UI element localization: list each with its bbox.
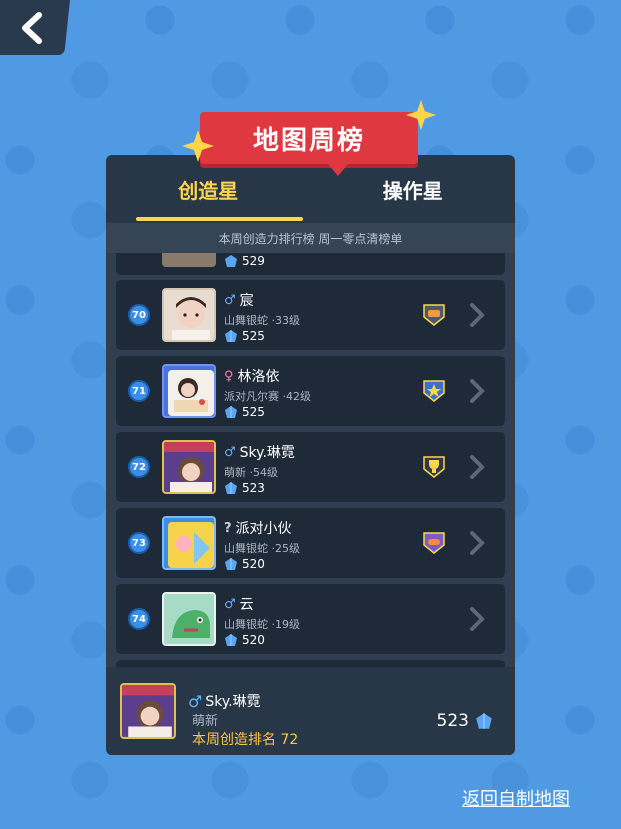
score-value: 525 <box>242 329 265 343</box>
gem-icon <box>225 482 237 494</box>
player-name-line: ♀ 林洛依 <box>224 366 280 386</box>
player-name: 派对小伙 <box>235 521 292 537</box>
player-name: 宸 <box>239 293 254 309</box>
page-title: 地图周榜 <box>252 125 365 156</box>
avatar <box>162 592 216 646</box>
rank-badge: 70 <box>128 304 150 326</box>
gender-unknown-icon: ? <box>224 520 232 536</box>
player-name-line: ♂ Sky.琳霓 <box>224 442 295 462</box>
list-item[interactable]: 73 ? 派对小伙 山舞银蛇 ·25级 520 <box>116 508 505 578</box>
avatar <box>162 516 216 570</box>
sparkle-icon <box>182 130 214 162</box>
leaderboard-subtitle: 本周创造力排行榜 周一零点清榜单 <box>106 223 515 253</box>
chevron-right-icon[interactable] <box>468 302 486 328</box>
gender-male-icon: ♂ <box>188 691 203 711</box>
chevron-right-icon[interactable] <box>468 530 486 556</box>
score-line: 529 <box>224 254 265 268</box>
chevron-right-icon[interactable] <box>468 378 486 404</box>
player-meta: 山舞银蛇 ·25级 <box>224 542 300 555</box>
list-item[interactable]: 529 <box>116 253 505 275</box>
gender-male-icon: ♂ <box>224 596 236 612</box>
tab-bar: 创造星 操作星 <box>106 155 515 223</box>
chevron-right-icon[interactable] <box>468 606 486 632</box>
list-item[interactable]: 72 ♂ Sky.琳霓 萌新 ·54级 523 <box>116 432 505 502</box>
leaderboard-panel: 创造星 操作星 本周创造力排行榜 周一零点清榜单 529 70 ♂ 宸 山舞银蛇… <box>106 155 515 755</box>
gem-icon <box>225 330 237 342</box>
player-meta: 山舞银蛇 ·33级 <box>224 314 300 327</box>
my-name: Sky.琳霓 <box>205 694 261 710</box>
back-button[interactable] <box>0 0 70 55</box>
rank-badge: 74 <box>128 608 150 630</box>
score-line: 525 <box>224 329 265 343</box>
list-item[interactable] <box>116 660 505 667</box>
orange-shield-badge-icon <box>423 304 445 326</box>
back-arrow-icon <box>22 11 43 44</box>
star-shield-badge-icon <box>423 380 445 402</box>
score-line: 520 <box>224 633 265 647</box>
list-item[interactable]: 74 ♂ 云 山舞银蛇 ·19级 520 <box>116 584 505 654</box>
score-value: 520 <box>242 633 265 647</box>
player-meta: 派对凡尔赛 ·42级 <box>224 390 311 403</box>
gender-male-icon: ♂ <box>224 444 236 460</box>
gender-male-icon: ♂ <box>224 292 236 308</box>
score-line: 525 <box>224 405 265 419</box>
player-name: 云 <box>239 597 254 613</box>
gem-icon <box>225 255 237 267</box>
rank-badge: 72 <box>128 456 150 478</box>
return-to-custom-maps-link[interactable]: 返回自制地图 <box>462 785 570 811</box>
trophy-shield-badge-icon <box>423 456 445 478</box>
score-line: 523 <box>224 481 265 495</box>
avatar <box>162 440 216 494</box>
rank-badge: 71 <box>128 380 150 402</box>
player-name: 林洛依 <box>237 369 280 385</box>
avatar <box>162 364 216 418</box>
leaderboard-list[interactable]: 529 70 ♂ 宸 山舞银蛇 ·33级 525 71 ♀ 林洛依 派对凡尔赛 … <box>106 253 515 667</box>
list-item[interactable]: 70 ♂ 宸 山舞银蛇 ·33级 525 <box>116 280 505 350</box>
gem-icon <box>225 406 237 418</box>
score-value: 525 <box>242 405 265 419</box>
avatar <box>162 288 216 342</box>
gem-icon <box>225 634 237 646</box>
my-meta: 萌新 <box>192 714 219 729</box>
my-name-line: ♂ Sky.琳霓 <box>188 691 261 711</box>
rank-badge: 73 <box>128 532 150 554</box>
my-ranking-footer: ♂ Sky.琳霓 萌新 本周创造排名 72 523 <box>106 667 515 755</box>
player-meta: 萌新 ·54级 <box>224 466 278 479</box>
gender-female-icon: ♀ <box>224 368 234 384</box>
gem-icon <box>225 558 237 570</box>
sparkle-icon <box>405 99 437 131</box>
player-name: Sky.琳霓 <box>239 445 295 461</box>
my-rank-text: 本周创造排名 72 <box>192 732 299 748</box>
avatar <box>162 253 216 267</box>
score-value: 520 <box>242 557 265 571</box>
gem-icon <box>476 713 492 729</box>
my-score: 523 <box>437 711 493 731</box>
title-banner: 地图周榜 <box>200 112 418 176</box>
avatar <box>120 683 176 739</box>
score-value: 529 <box>242 254 265 268</box>
player-name-line: ♂ 宸 <box>224 290 254 310</box>
chevron-right-icon[interactable] <box>468 454 486 480</box>
score-value: 523 <box>242 481 265 495</box>
my-score-value: 523 <box>436 711 469 731</box>
player-name-line: ? 派对小伙 <box>224 518 292 538</box>
list-item[interactable]: 71 ♀ 林洛依 派对凡尔赛 ·42级 525 <box>116 356 505 426</box>
score-line: 520 <box>224 557 265 571</box>
tab-creator-star[interactable]: 创造星 <box>106 155 311 223</box>
pill-shield-badge-icon <box>423 532 445 554</box>
player-name-line: ♂ 云 <box>224 594 254 614</box>
player-meta: 山舞银蛇 ·19级 <box>224 618 300 631</box>
